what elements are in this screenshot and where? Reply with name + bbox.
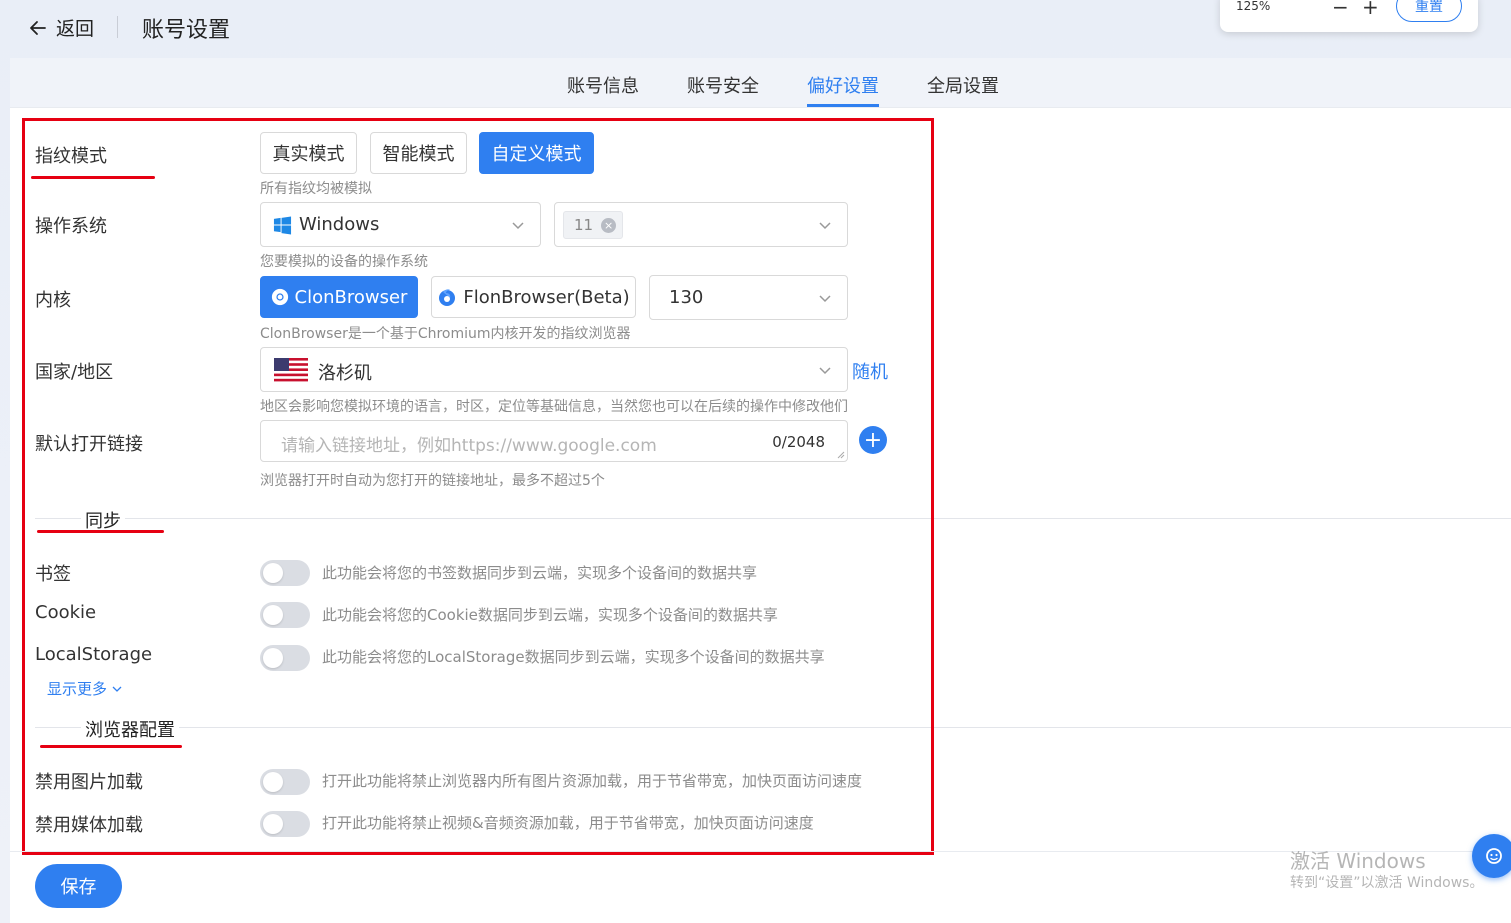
support-button[interactable]: [1472, 834, 1511, 878]
zoom-popup: 125% − + 重置: [1220, 0, 1478, 32]
arrow-left-icon: [30, 20, 46, 35]
save-button[interactable]: 保存: [35, 864, 122, 908]
zoom-level: 125%: [1236, 0, 1271, 13]
tab-global-settings[interactable]: 全局设置: [927, 72, 999, 98]
top-bar: 返回 账号设置 125% − + 重置: [0, 0, 1511, 58]
zoom-out-button[interactable]: −: [1332, 0, 1349, 19]
zoom-in-button[interactable]: +: [1362, 0, 1379, 19]
activation-watermark-subtitle: 转到“设置”以激活 Windows。: [1290, 875, 1484, 891]
tab-account-info[interactable]: 账号信息: [567, 72, 639, 98]
tab-account-security[interactable]: 账号安全: [687, 72, 759, 98]
tab-bar: 账号信息 账号安全 偏好设置 全局设置: [10, 58, 1511, 108]
annotation-box: [22, 118, 934, 855]
footer-divider: [10, 851, 1511, 852]
back-button[interactable]: 返回: [28, 14, 94, 41]
page-title: 账号设置: [142, 18, 231, 43]
back-label: 返回: [56, 18, 95, 40]
tab-preferences[interactable]: 偏好设置: [807, 72, 879, 107]
zoom-reset-button[interactable]: 重置: [1396, 0, 1462, 22]
customer-service-icon: [1486, 848, 1502, 864]
header-divider: [117, 16, 118, 38]
activation-watermark-title: 激活 Windows: [1290, 849, 1426, 873]
